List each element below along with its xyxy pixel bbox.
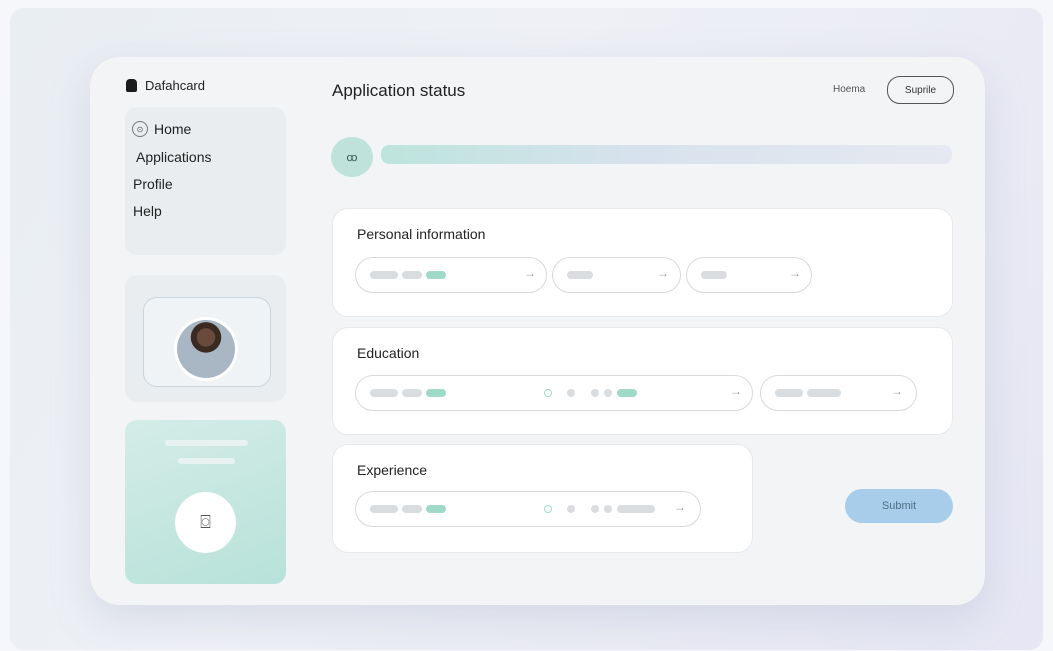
sidebar-item-label: Applications: [136, 149, 212, 165]
placeholder-segment: [402, 271, 422, 279]
placeholder-segment: [701, 271, 727, 279]
section-title: Experience: [357, 462, 428, 478]
personal-field-2[interactable]: →: [552, 257, 681, 293]
placeholder-segment: [402, 505, 422, 513]
sidebar-nav: ⊙ Home Applications Profile Help: [125, 107, 286, 255]
placeholder-segment: [402, 389, 422, 397]
placeholder-dot: [604, 505, 612, 513]
placeholder-segment: [370, 271, 398, 279]
arrow-right-icon: →: [674, 500, 686, 514]
sidebar-item-applications[interactable]: Applications: [136, 149, 212, 165]
placeholder-bar: [178, 458, 235, 464]
placeholder-segment: [370, 389, 398, 397]
education-field-1[interactable]: →: [355, 375, 753, 411]
placeholder-segment: [775, 389, 803, 397]
arrow-right-icon: →: [891, 384, 903, 398]
submit-button[interactable]: Submit: [845, 489, 953, 523]
arrow-right-icon: →: [657, 266, 669, 280]
sidebar-item-profile[interactable]: Profile: [133, 176, 173, 192]
placeholder-segment: [617, 389, 637, 397]
section-education: Education → →: [332, 327, 953, 435]
avatar[interactable]: [177, 320, 235, 378]
placeholder-segment: [426, 271, 446, 279]
section-title: Education: [357, 345, 420, 361]
experience-field-1[interactable]: →: [355, 491, 701, 527]
section-experience: Experience →: [332, 444, 753, 553]
upload-icon: ⌼: [200, 512, 211, 532]
arrow-right-icon: →: [730, 384, 742, 398]
upload-button[interactable]: ⌼: [175, 492, 236, 553]
profile-card: [125, 275, 286, 402]
placeholder-segment: [807, 389, 841, 397]
home-link[interactable]: Hoema: [833, 84, 865, 95]
placeholder-segment: [567, 271, 593, 279]
placeholder-dot: [544, 389, 552, 397]
placeholder-dot: [591, 389, 599, 397]
placeholder-dot: [567, 505, 575, 513]
placeholder-dot: [567, 389, 575, 397]
placeholder-segment: [617, 505, 655, 513]
section-title: Personal information: [357, 226, 486, 242]
brand-logo-icon: [126, 79, 137, 92]
home-icon: ⊙: [132, 121, 148, 137]
section-personal-information: Personal information → → →: [332, 208, 953, 317]
sidebar-item-label: Home: [154, 121, 192, 137]
personal-field-3[interactable]: →: [686, 257, 812, 293]
page-title: Application status: [332, 81, 466, 100]
placeholder-dot: [591, 505, 599, 513]
sidebar-item-home[interactable]: ⊙ Home: [132, 121, 191, 137]
arrow-right-icon: →: [789, 266, 801, 280]
placeholder-dot: [544, 505, 552, 513]
profile-pill-button[interactable]: Suprile: [887, 76, 954, 104]
sidebar-item-help[interactable]: Help: [133, 203, 162, 219]
app-window: Dafahcard ⊙ Home Applications Profile He…: [90, 57, 985, 605]
progress-badge: ꝏ: [331, 137, 373, 177]
personal-field-1[interactable]: →: [355, 257, 547, 293]
education-field-2[interactable]: →: [760, 375, 917, 411]
arrow-right-icon: →: [524, 266, 536, 280]
brand[interactable]: Dafahcard: [126, 78, 205, 93]
profile-photo-frame: [143, 297, 271, 387]
placeholder-segment: [426, 389, 446, 397]
placeholder-segment: [426, 505, 446, 513]
placeholder-segment: [370, 505, 398, 513]
sidebar-item-label: Help: [133, 203, 162, 219]
sidebar-item-label: Profile: [133, 176, 173, 192]
progress-bar: [381, 145, 952, 164]
placeholder-dot: [604, 389, 612, 397]
upload-card: ⌼: [125, 420, 286, 584]
placeholder-bar: [165, 440, 248, 446]
brand-name: Dafahcard: [145, 78, 205, 93]
